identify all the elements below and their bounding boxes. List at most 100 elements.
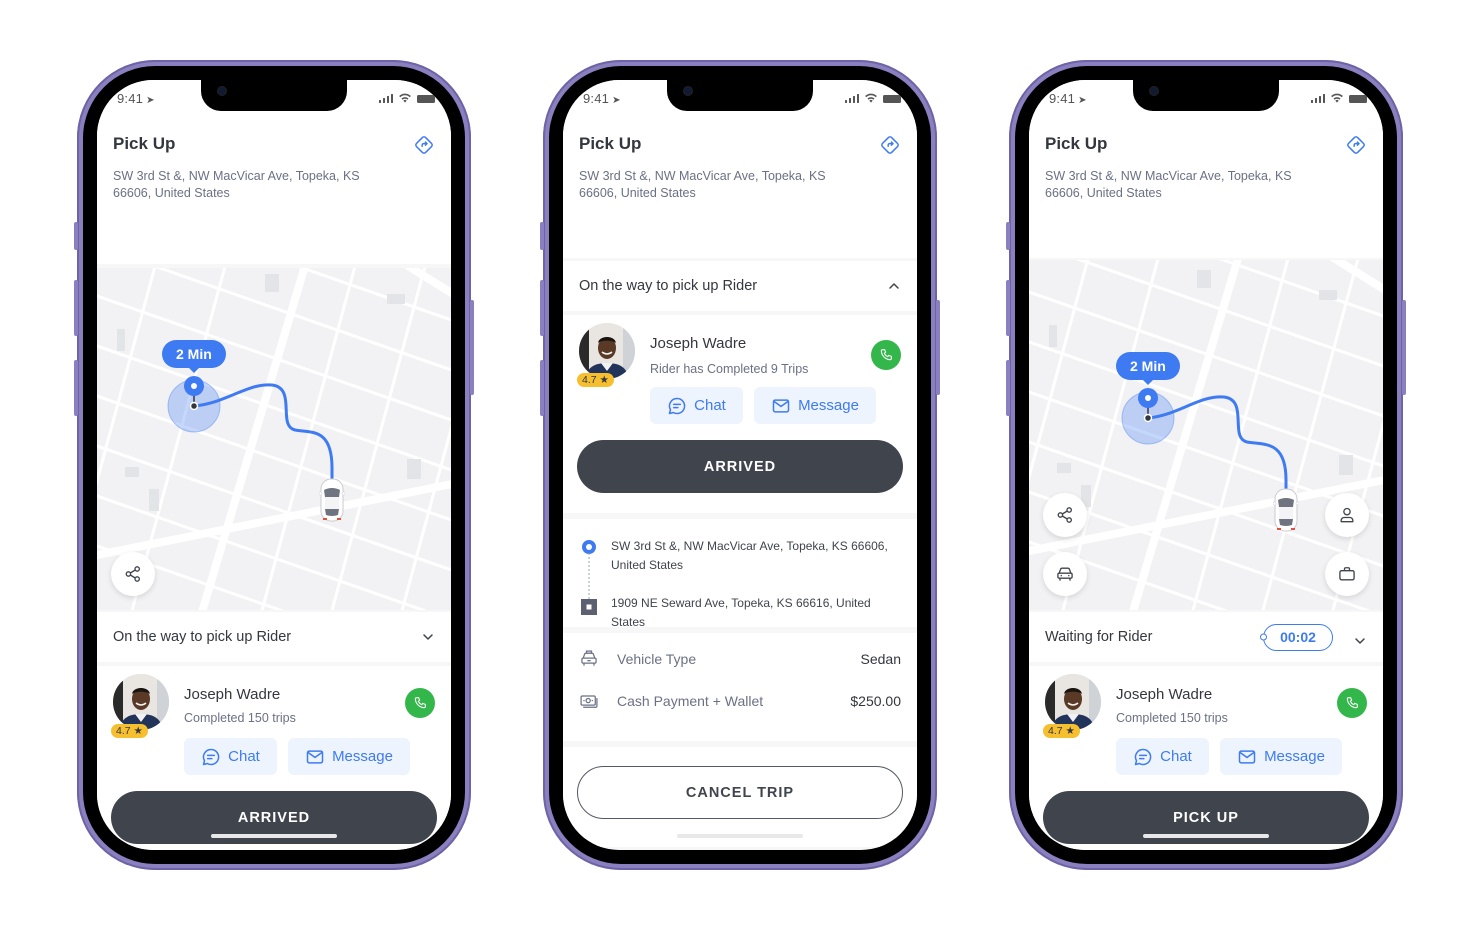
mail-icon xyxy=(305,747,325,767)
chevron-up-icon[interactable] xyxy=(887,279,901,293)
status-time: 9:41 xyxy=(583,91,610,106)
navigation-icon[interactable] xyxy=(879,134,901,156)
home-indicator xyxy=(677,834,803,838)
mail-icon xyxy=(1237,747,1257,767)
arrived-button[interactable]: ARRIVED xyxy=(577,440,903,493)
battery-icon xyxy=(883,95,901,103)
battery-icon xyxy=(417,95,435,103)
wifi-icon xyxy=(398,93,412,103)
message-label: Message xyxy=(1264,748,1325,765)
phone-icon xyxy=(878,347,894,363)
user-icon xyxy=(1337,505,1357,525)
chevron-down-icon[interactable] xyxy=(1353,634,1367,648)
trip-status-strip[interactable]: On the way to pick up Rider xyxy=(563,261,917,311)
call-button[interactable] xyxy=(1337,688,1367,718)
location-arrow-icon: ➤ xyxy=(146,95,155,106)
signal-icon xyxy=(378,93,393,103)
screen: 9:41 ➤ Pick Up SW 3rd St &, NW MacVicar A… xyxy=(563,80,917,850)
pickup-address: SW 3rd St &, NW MacVicar Ave, Topeka, KS… xyxy=(113,169,360,200)
message-label: Message xyxy=(332,748,393,765)
wifi-icon xyxy=(1330,93,1344,103)
map[interactable]: 2 Min xyxy=(97,268,451,610)
avatar xyxy=(579,323,635,379)
camera xyxy=(1150,87,1158,95)
side-button xyxy=(936,300,940,395)
chat-button[interactable]: Chat xyxy=(184,738,277,775)
rider-card: 4.7 ★ Joseph Wadre Rider has Completed 9… xyxy=(563,315,917,513)
home-indicator xyxy=(211,834,337,838)
notch xyxy=(667,80,813,111)
pickup-address: SW 3rd St &, NW MacVicar Ave, Topeka, KS… xyxy=(579,169,826,200)
vehicle-button[interactable] xyxy=(1043,552,1087,596)
side-button xyxy=(470,300,474,395)
payment-row: Cash Payment + Wallet $250.00 xyxy=(579,691,901,711)
payment-value: $250.00 xyxy=(850,693,901,709)
call-button[interactable] xyxy=(405,688,435,718)
side-button xyxy=(540,360,544,416)
pickup-header: Pick Up SW 3rd St &, NW MacVicar Ave, To… xyxy=(1029,120,1383,258)
trip-status-label: On the way to pick up Rider xyxy=(113,629,292,645)
rider-trips: Completed 150 trips xyxy=(184,711,296,725)
eta-pill: 2 Min xyxy=(162,340,226,368)
location-arrow-icon: ➤ xyxy=(612,95,621,106)
page-title: Pick Up xyxy=(113,134,176,153)
camera xyxy=(218,87,226,95)
side-button xyxy=(1006,360,1010,416)
vehicle-type-label: Vehicle Type xyxy=(617,651,697,667)
trip-status-strip[interactable]: Waiting for Rider 00:02 xyxy=(1029,612,1383,662)
phone-icon xyxy=(412,695,428,711)
side-button xyxy=(1402,300,1406,395)
message-button[interactable]: Message xyxy=(288,738,410,775)
rating-badge: 4.7 ★ xyxy=(577,373,614,387)
avatar xyxy=(113,674,169,730)
route-details: SW 3rd St &, NW MacVicar Ave, Topeka, KS… xyxy=(563,519,917,629)
wifi-icon xyxy=(864,93,878,103)
message-button[interactable]: Message xyxy=(1220,738,1342,775)
share-button[interactable] xyxy=(1043,493,1087,537)
chat-button[interactable]: Chat xyxy=(650,387,743,424)
cash-icon xyxy=(579,691,599,711)
trip-status-label: Waiting for Rider xyxy=(1045,629,1153,645)
dropoff-location: 1909 NE Seward Ave, Topeka, KS 66616, Un… xyxy=(611,596,871,629)
navigation-icon[interactable] xyxy=(413,134,435,156)
trip-status-strip[interactable]: On the way to pick up Rider xyxy=(97,612,451,662)
rider-profile-button[interactable] xyxy=(1325,493,1369,537)
taxi-icon xyxy=(579,649,599,669)
notch xyxy=(201,80,347,111)
vehicle-marker xyxy=(1273,488,1299,532)
route-line xyxy=(167,376,334,480)
side-button xyxy=(74,222,78,250)
chat-button[interactable]: Chat xyxy=(1116,738,1209,775)
pickup-header: Pick Up SW 3rd St &, NW MacVicar Ave, To… xyxy=(563,120,917,258)
route-line xyxy=(1121,388,1288,490)
chat-icon xyxy=(201,747,221,767)
phone-icon xyxy=(1344,695,1360,711)
rider-name: Joseph Wadre xyxy=(1116,686,1213,703)
message-button[interactable]: Message xyxy=(754,387,876,424)
chevron-down-icon[interactable] xyxy=(421,630,435,644)
pickup-header: Pick Up SW 3rd St &, NW MacVicar Ave, To… xyxy=(97,120,451,264)
location-arrow-icon: ➤ xyxy=(1078,95,1087,106)
call-button[interactable] xyxy=(871,340,901,370)
share-button[interactable] xyxy=(111,552,155,596)
cancel-trip-button[interactable]: CANCEL TRIP xyxy=(577,766,903,819)
phone-screen-1: 9:41 ➤ Pick Up SW 3rd St &, NW MacVicar A… xyxy=(74,60,474,870)
screen: 9:41 ➤ Pick Up SW 3rd St &, NW MacVicar A… xyxy=(1029,80,1383,850)
luggage-button[interactable] xyxy=(1325,552,1369,596)
battery-icon xyxy=(1349,95,1367,103)
car-icon xyxy=(1055,564,1075,584)
rating-badge: 4.7 ★ xyxy=(111,724,148,738)
wait-timer: 00:02 xyxy=(1263,623,1333,651)
navigation-icon[interactable] xyxy=(1345,134,1367,156)
status-time: 9:41 xyxy=(117,91,144,106)
chat-label: Chat xyxy=(694,397,726,414)
mail-icon xyxy=(771,396,791,416)
eta-pill: 2 Min xyxy=(1116,352,1180,380)
phone-screen-3: 9:41 ➤ Pick Up SW 3rd St &, NW MacVicar A… xyxy=(1006,60,1406,870)
map[interactable]: 2 Min xyxy=(1029,260,1383,610)
signal-icon xyxy=(844,93,859,103)
notch xyxy=(1133,80,1279,111)
rider-card: 4.7 ★ Joseph Wadre Completed 150 trips C… xyxy=(97,666,451,850)
pickup-location: SW 3rd St &, NW MacVicar Ave, Topeka, KS… xyxy=(611,539,888,572)
chat-label: Chat xyxy=(228,748,260,765)
